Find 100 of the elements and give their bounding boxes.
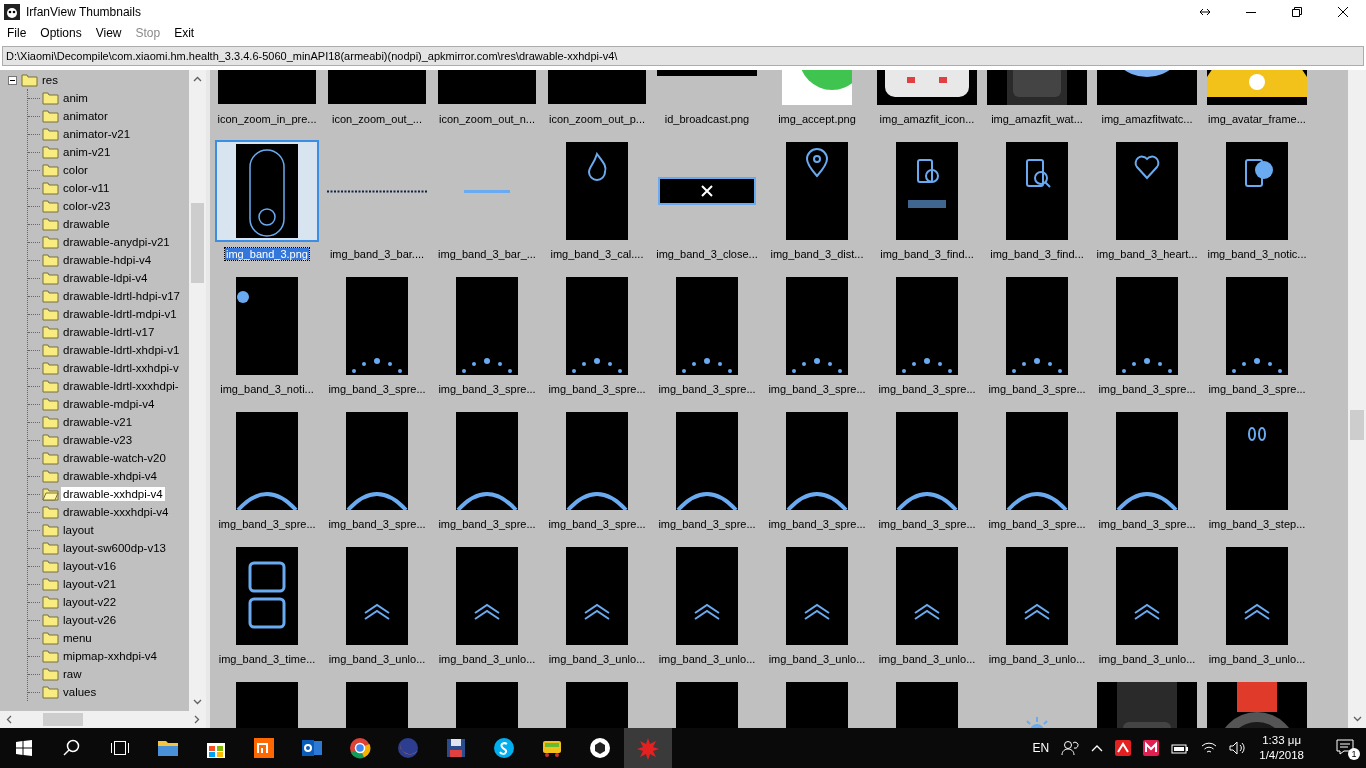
tree-item[interactable]: menu: [61, 631, 94, 645]
tree-item[interactable]: drawable-xxxhdpi-v4: [61, 505, 171, 519]
menubar-command[interactable]: View: [95, 26, 122, 40]
file-name[interactable]: img_band_3_spre...: [1097, 518, 1197, 530]
file-name[interactable]: img_band_3_spre...: [987, 383, 1087, 395]
file-name[interactable]: id_broadcast.png: [663, 113, 751, 125]
file-name[interactable]: img_band_3_spre...: [437, 518, 537, 530]
tree-item[interactable]: layout-v21: [61, 577, 119, 591]
file-name[interactable]: img_amazfitwatc...: [1100, 113, 1194, 125]
file-name[interactable]: icon_zoom_out_p...: [548, 113, 646, 125]
tree-item[interactable]: layout-v22: [61, 595, 119, 609]
tree-item[interactable]: layout-sw600dp-v13: [61, 541, 168, 555]
file-name[interactable]: img_band_3_spre...: [767, 383, 867, 395]
file-name[interactable]: img_band_3_spre...: [987, 518, 1087, 530]
scrollbar-thumb[interactable]: [43, 713, 83, 726]
tree-item[interactable]: drawable-ldrtl-hdpi-v17: [61, 289, 182, 303]
windows-logo-icon[interactable]: [16, 740, 32, 756]
battery-icon[interactable]: [1171, 742, 1190, 754]
file-name[interactable]: img_band_3_spre...: [877, 383, 977, 395]
clock-date[interactable]: 1/4/2018: [1259, 748, 1304, 763]
file-name[interactable]: img_band_3_spre...: [437, 383, 537, 395]
file-name[interactable]: img_band_3_spre...: [877, 518, 977, 530]
file-name[interactable]: img_band_3_find...: [879, 248, 975, 260]
file-name[interactable]: img_accept.png: [777, 113, 857, 125]
close-icon[interactable]: [1338, 7, 1348, 17]
tree-item[interactable]: layout-v26: [61, 613, 119, 627]
cloud-icon[interactable]: [492, 736, 516, 760]
minimize-icon[interactable]: [1246, 11, 1256, 13]
tree-item[interactable]: anim-v21: [61, 145, 113, 159]
file-name[interactable]: img_band_3_spre...: [327, 383, 427, 395]
file-name[interactable]: icon_zoom_out_n...: [438, 113, 536, 125]
file-name[interactable]: img_amazfit_wat...: [990, 113, 1084, 125]
file-name[interactable]: img_band_3_dist...: [769, 248, 865, 260]
scroll-left-icon[interactable]: [5, 715, 14, 724]
tree-item[interactable]: drawable-xxhdpi-v4: [61, 487, 165, 501]
thumbnail[interactable]: [215, 140, 319, 242]
tree-item[interactable]: res: [40, 73, 60, 87]
volume-icon[interactable]: [1229, 741, 1248, 755]
search-icon[interactable]: [63, 739, 81, 757]
cube-icon[interactable]: [588, 736, 612, 760]
globe-icon[interactable]: [396, 736, 420, 760]
file-name[interactable]: img_band_3_spre...: [767, 518, 867, 530]
tree-item[interactable]: drawable-anydpi-v21: [61, 235, 172, 249]
file-name[interactable]: img_amazfit_icon...: [878, 113, 976, 125]
file-name[interactable]: img_band_3_unlo...: [877, 653, 977, 665]
tree-item[interactable]: drawable-ldrtl-v17: [61, 325, 157, 339]
app-tile-icon[interactable]: [252, 736, 276, 760]
file-name[interactable]: img_band_3_unlo...: [767, 653, 867, 665]
scroll-right-icon[interactable]: [192, 715, 201, 724]
scrollbar-thumb[interactable]: [191, 203, 204, 283]
file-name[interactable]: img_band_3_bar_...: [437, 248, 537, 260]
file-name[interactable]: img_band_3_spre...: [327, 518, 427, 530]
file-name[interactable]: img_band_3_noti...: [219, 383, 315, 395]
tree-item[interactable]: anim: [61, 91, 90, 105]
file-name[interactable]: img_band_3_heart...: [1095, 248, 1199, 260]
file-name[interactable]: img_band_3_unlo...: [657, 653, 757, 665]
clock-time[interactable]: 1:33 μμ: [1262, 733, 1302, 748]
file-name[interactable]: icon_zoom_in_pre...: [216, 113, 318, 125]
menubar-command[interactable]: File: [7, 26, 27, 40]
tree-item[interactable]: drawable-ldrtl-xxhdpi-v: [61, 361, 181, 375]
resize-icon[interactable]: [1199, 8, 1211, 16]
tree-item[interactable]: drawable: [61, 217, 112, 231]
restore-icon[interactable]: [1292, 7, 1302, 17]
scroll-down-icon[interactable]: [1352, 714, 1362, 723]
tree-item[interactable]: animator: [61, 109, 110, 123]
tree-item[interactable]: drawable-v21: [61, 415, 135, 429]
tree-item[interactable]: color: [61, 163, 90, 177]
task-view-icon[interactable]: [110, 740, 130, 756]
tree-item[interactable]: drawable-ldrtl-xhdpi-v1: [61, 343, 182, 357]
tree-item[interactable]: drawable-hdpi-v4: [61, 253, 154, 267]
file-name[interactable]: img_band_3_unlo...: [327, 653, 427, 665]
file-name[interactable]: img_band_3_spre...: [1097, 383, 1197, 395]
tree-item[interactable]: drawable-ldrtl-xxxhdpi-: [61, 379, 181, 393]
notification-icon[interactable]: [1336, 739, 1354, 755]
browser-icon[interactable]: [348, 736, 372, 760]
file-name[interactable]: img_band_3_unlo...: [987, 653, 1087, 665]
file-name[interactable]: img_band_3_close...: [655, 248, 759, 260]
tree-item[interactable]: animator-v21: [61, 127, 133, 141]
tree-item[interactable]: drawable-mdpi-v4: [61, 397, 157, 411]
file-name[interactable]: img_avatar_frame...: [1207, 113, 1307, 125]
file-name[interactable]: img_band_3_spre...: [217, 518, 317, 530]
tree-item[interactable]: color-v11: [61, 181, 112, 195]
people-icon[interactable]: [1061, 740, 1080, 756]
tree-item[interactable]: drawable-xhdpi-v4: [61, 469, 159, 483]
file-name[interactable]: img_band_3_unlo...: [547, 653, 647, 665]
file-name[interactable]: img_band_3_bar....: [328, 248, 426, 260]
file-name[interactable]: img_band_3_cal....: [549, 248, 645, 260]
menubar-command[interactable]: Exit: [174, 26, 195, 40]
file-name[interactable]: icon_zoom_out_...: [331, 113, 423, 125]
tree-item[interactable]: layout-v16: [61, 559, 119, 573]
file-name[interactable]: img_band_3_spre...: [1207, 383, 1307, 395]
tree-item[interactable]: drawable-ldrtl-mdpi-v1: [61, 307, 179, 321]
file-name[interactable]: img_band_3_unlo...: [1207, 653, 1307, 665]
file-name[interactable]: img_band_3_unlo...: [1097, 653, 1197, 665]
file-name[interactable]: img_band_3_unlo...: [437, 653, 537, 665]
scroll-down-icon[interactable]: [193, 697, 202, 706]
scrollbar-thumb[interactable]: [1350, 410, 1364, 440]
file-name[interactable]: img_band_3_step...: [1207, 518, 1307, 530]
tree-item[interactable]: mipmap-xxhdpi-v4: [61, 649, 159, 663]
file-name[interactable]: img_band_3_time...: [217, 653, 317, 665]
